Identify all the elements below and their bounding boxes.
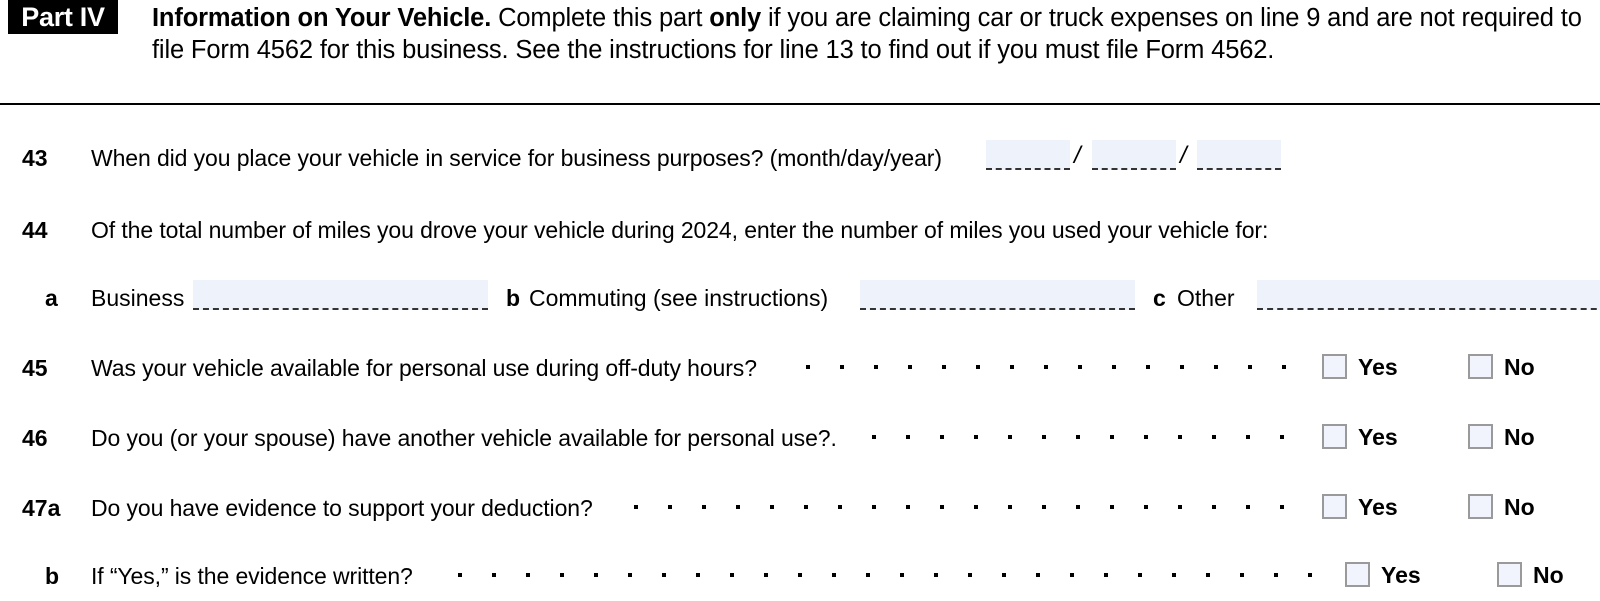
line-45-no-label: No (1504, 354, 1535, 380)
part-title: Information on Your Vehicle. (152, 4, 492, 32)
line-46-no-checkbox[interactable] (1468, 424, 1493, 449)
line-45-yes-label: Yes (1358, 354, 1398, 380)
line-44-question: Of the total number of miles you drove y… (91, 217, 1269, 243)
line-43-month-input[interactable] (986, 140, 1070, 170)
line-44c-label: Other (1177, 285, 1235, 311)
line-46-yes-checkbox[interactable] (1322, 424, 1347, 449)
line-47b-question: If “Yes,” is the evidence written? (91, 563, 413, 589)
line-47a-number: 47a (22, 495, 61, 521)
schedule-c-part-iv-section: Part IV Information on Your Vehicle. Com… (0, 0, 1600, 601)
line-43-day-input[interactable] (1092, 140, 1176, 170)
date-separator-2: / (1180, 142, 1187, 169)
line-44c-other-miles-input[interactable] (1257, 280, 1600, 310)
line-44a-marker: a (45, 285, 58, 311)
line-46-no-label: No (1504, 424, 1535, 450)
line-44-number: 44 (22, 217, 48, 243)
line-44a-label: Business (91, 285, 185, 311)
line-47b-marker: b (45, 563, 60, 589)
part-number-badge: Part IV (8, 0, 118, 34)
line-47b-yes-checkbox[interactable] (1345, 562, 1370, 587)
line-45-yes-checkbox[interactable] (1322, 354, 1347, 379)
line-47b-no-checkbox[interactable] (1497, 562, 1522, 587)
line-46-number: 46 (22, 425, 48, 451)
line-47a-no-checkbox[interactable] (1468, 494, 1493, 519)
line-47a-dot-leaders (634, 505, 1306, 511)
line-46-dot-leaders (872, 435, 1306, 441)
line-44b-commuting-miles-input[interactable] (860, 280, 1135, 310)
line-44b-label: Commuting (see instructions) (529, 285, 829, 311)
line-45-question: Was your vehicle available for personal … (91, 355, 757, 381)
line-43-year-input[interactable] (1197, 140, 1281, 170)
line-43-question: When did you place your vehicle in servi… (91, 145, 942, 171)
line-47b-dot-leaders (458, 573, 1326, 579)
line-47a-question: Do you have evidence to support your ded… (91, 495, 593, 521)
section-divider-rule (0, 103, 1600, 105)
part-body-before-emphasis: Complete this part (491, 4, 710, 32)
line-46-question: Do you (or your spouse) have another veh… (91, 425, 837, 451)
line-45-number: 45 (22, 355, 48, 381)
line-47a-yes-checkbox[interactable] (1322, 494, 1347, 519)
line-47a-no-label: No (1504, 494, 1535, 520)
part-heading-text: Information on Your Vehicle. Complete th… (152, 2, 1592, 66)
part-body-emphasis: only (709, 4, 762, 32)
line-43-number: 43 (22, 145, 48, 171)
line-44a-business-miles-input[interactable] (193, 280, 488, 310)
line-45-dot-leaders (806, 365, 1306, 371)
date-separator-1: / (1074, 142, 1081, 169)
line-47b-yes-label: Yes (1381, 562, 1421, 588)
line-46-yes-label: Yes (1358, 424, 1398, 450)
line-47a-yes-label: Yes (1358, 494, 1398, 520)
line-45-no-checkbox[interactable] (1468, 354, 1493, 379)
line-47b-no-label: No (1533, 562, 1564, 588)
